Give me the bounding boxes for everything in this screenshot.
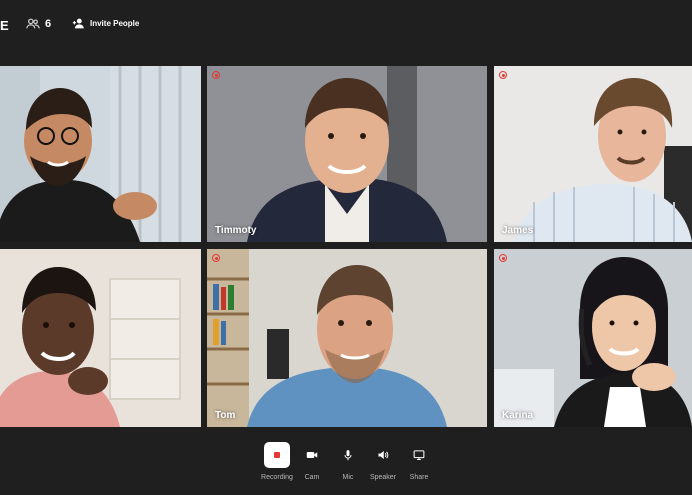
participant-video (0, 66, 201, 242)
mic-label: Mic (342, 474, 354, 481)
cam-label: Cam (304, 474, 320, 481)
participant-video (0, 249, 201, 427)
people-icon (26, 18, 40, 29)
video-tile-3[interactable]: James (494, 66, 692, 242)
camera-icon (306, 452, 318, 458)
top-bar: E 6 Invite People (0, 0, 692, 50)
video-tile-2[interactable]: Timmoty (207, 66, 487, 242)
recording-indicator-icon (499, 254, 507, 262)
participants-button[interactable]: 6 (26, 17, 51, 31)
participant-name: Karina (502, 410, 534, 421)
recording-label: Recording (261, 474, 293, 481)
recording-indicator-icon (212, 71, 220, 79)
video-tile-5[interactable]: Tom (207, 249, 487, 427)
microphone-icon (344, 450, 352, 461)
invite-people-button[interactable]: Invite People (72, 17, 139, 30)
speaker-label: Speaker (369, 474, 397, 481)
participant-name: Tom (215, 410, 236, 421)
share-button[interactable]: Share (399, 442, 439, 481)
mic-button[interactable]: Mic (328, 442, 368, 481)
participant-video (494, 66, 692, 242)
add-person-icon (72, 18, 84, 29)
video-tile-4[interactable] (0, 249, 201, 427)
stop-record-icon (264, 442, 290, 468)
video-tile-6[interactable]: Karina (494, 249, 692, 427)
share-label: Share (409, 474, 429, 481)
speaker-button[interactable]: Speaker (363, 442, 403, 481)
participant-video (207, 249, 487, 427)
participant-name: Timmoty (215, 225, 257, 236)
app-logo: E (0, 18, 9, 33)
recording-indicator-icon (499, 71, 507, 79)
speaker-icon (378, 450, 389, 460)
participant-name: James (502, 225, 534, 236)
invite-people-label: Invite People (90, 19, 140, 28)
recording-button[interactable]: Recording (257, 442, 297, 481)
cam-button[interactable]: Cam (292, 442, 332, 481)
participant-video (494, 249, 692, 427)
participants-count: 6 (45, 18, 52, 30)
recording-indicator-icon (212, 254, 220, 262)
call-controls: Recording Cam Mic Speaker Share (0, 428, 692, 495)
video-tile-1[interactable] (0, 66, 201, 242)
screen-share-icon (413, 450, 425, 461)
participant-video (207, 66, 487, 242)
